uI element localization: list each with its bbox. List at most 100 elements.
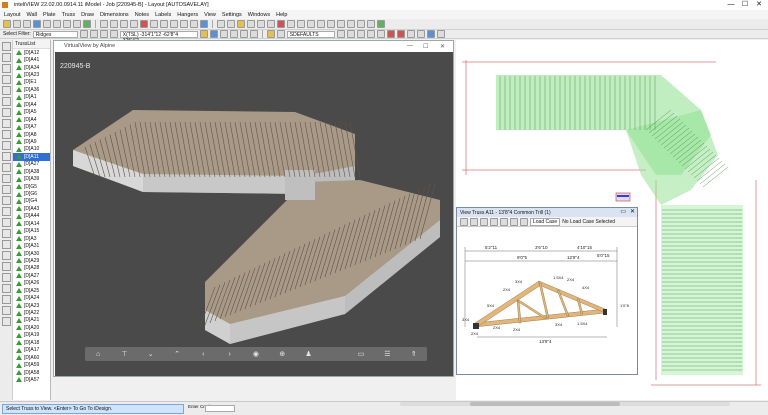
toolbar-btn[interactable] [199,30,208,38]
chevron-right-icon[interactable]: › [221,351,239,358]
tool-icon[interactable] [2,141,11,150]
toolbar-btn[interactable] [79,30,88,38]
home-icon[interactable]: ⌂ [89,351,107,358]
toolbar-btn[interactable] [23,20,31,28]
toolbar-btn[interactable] [376,30,385,38]
toolbar-btn[interactable] [257,20,265,28]
menu-layout[interactable]: Layout [4,12,21,18]
tool-icon[interactable] [2,262,11,271]
person-icon[interactable]: ♟ [300,350,318,358]
info-icon[interactable] [426,30,435,38]
chevron-left-icon[interactable]: ‹ [194,351,212,358]
menu-labels[interactable]: Labels [155,12,171,18]
truss-list-item[interactable]: [D]A30 [13,250,50,257]
load-case-button[interactable]: Load Case [530,217,561,226]
toolbar-btn[interactable] [346,30,355,38]
truss-list-item[interactable]: [D]A23 [13,71,50,78]
truss-list-item[interactable]: [D]A4 [13,116,50,123]
close-button[interactable]: ✕ [752,0,766,10]
zoom-in-icon[interactable] [470,217,478,226]
truss-list-item[interactable]: [D]A4 [13,101,50,108]
toolbar-btn[interactable] [520,217,528,226]
command-input[interactable] [205,405,235,412]
walk-icon[interactable]: ⇑ [405,350,423,358]
toolbar-btn[interactable] [43,20,51,28]
toolbar-btn[interactable] [120,20,128,28]
truss-list-item[interactable]: [D]A1 [13,94,50,101]
zoom-out-icon[interactable] [480,217,488,226]
tool-icon[interactable] [2,64,11,73]
toolbar-btn[interactable] [13,20,21,28]
toolbar-btn[interactable] [160,20,168,28]
toolbar-btn[interactable] [356,30,365,38]
toolbar-btn[interactable] [436,30,445,38]
toolbar-btn[interactable] [337,20,345,28]
truss-list-item[interactable]: [D]A60 [13,354,50,361]
top-view-icon[interactable]: ⊤ [115,350,133,358]
menu-view[interactable]: View [204,12,216,18]
toolbar-btn[interactable] [190,20,198,28]
tool-icon[interactable] [2,97,11,106]
tool-icon[interactable] [2,152,11,161]
truss-list-item[interactable]: [D]A34 [13,64,50,71]
tool-icon[interactable] [2,207,11,216]
menu-dimensions[interactable]: Dimensions [100,12,129,18]
truss-list-item[interactable]: [D]A12 [13,49,50,56]
toolbar-btn[interactable] [33,20,41,28]
truss-list-item[interactable]: [D]A27 [13,272,50,279]
minimize-button[interactable]: — [724,0,738,10]
toolbar-btn[interactable] [217,20,225,28]
toolbar-btn[interactable] [63,20,71,28]
toolbar-btn[interactable] [170,20,178,28]
toolbar-btn[interactable] [249,30,258,38]
truss-list-item[interactable]: [D]A7 [13,123,50,130]
toolbar-btn[interactable] [239,30,248,38]
menu-draw[interactable]: Draw [81,12,94,18]
eye-icon[interactable]: ◉ [247,350,265,358]
toolbar-btn[interactable] [297,20,305,28]
menu-truss[interactable]: Truss [62,12,76,18]
toolbar-btn[interactable] [367,20,375,28]
toolbar-btn[interactable] [109,30,118,38]
toolbar-btn[interactable] [276,30,285,38]
toolbar-btn[interactable] [396,30,405,38]
tool-icon[interactable] [2,163,11,172]
toolbar-btn[interactable] [89,30,98,38]
toolbar-btn[interactable] [180,20,188,28]
truss-list-item[interactable]: [D]A14 [13,220,50,227]
truss-list-item[interactable]: [D]A39 [13,175,50,182]
truss-list-item[interactable]: [D]A21 [13,317,50,324]
truss-list-item[interactable]: [D]A25 [13,287,50,294]
toolbar-btn[interactable] [130,20,138,28]
toolbar-btn[interactable] [336,30,345,38]
truss-list-item[interactable]: [D]G6 [13,190,50,197]
toolbar-btn[interactable] [416,30,425,38]
select-filter-dropdown[interactable]: Ridges [32,30,78,38]
toolbar-btn[interactable] [510,217,518,226]
chevron-down-icon[interactable]: ⌄ [142,350,160,358]
truss-list-item[interactable]: [D]A19 [13,332,50,339]
tool-icon[interactable] [2,251,11,260]
tool-icon[interactable] [2,42,11,51]
tool-icon[interactable] [2,218,11,227]
toolbar-btn[interactable] [307,20,315,28]
view-truss-minimize[interactable]: ▭ [620,208,626,215]
truss-list-item[interactable]: [D]A58 [13,369,50,376]
toolbar-btn[interactable] [209,30,218,38]
tool-icon[interactable] [2,174,11,183]
tool-icon[interactable] [2,108,11,117]
toolbar-btn[interactable] [247,20,255,28]
tool-icon[interactable] [2,317,11,326]
zoom-icon[interactable]: ⊕ [273,350,291,358]
truss-list-item[interactable]: [D]A57 [13,376,50,383]
toolbar-btn[interactable] [150,20,158,28]
toolbar-btn[interactable] [386,30,395,38]
tool-icon[interactable] [2,53,11,62]
toolbar-btn[interactable] [377,20,385,28]
toolbar-btn[interactable] [267,20,275,28]
truss-list-item[interactable]: [D]A5 [13,109,50,116]
tool-icon[interactable] [2,86,11,95]
toolbar-btn[interactable] [83,20,91,28]
tool-icon[interactable] [2,130,11,139]
truss-list-item[interactable]: [D]G4 [13,198,50,205]
